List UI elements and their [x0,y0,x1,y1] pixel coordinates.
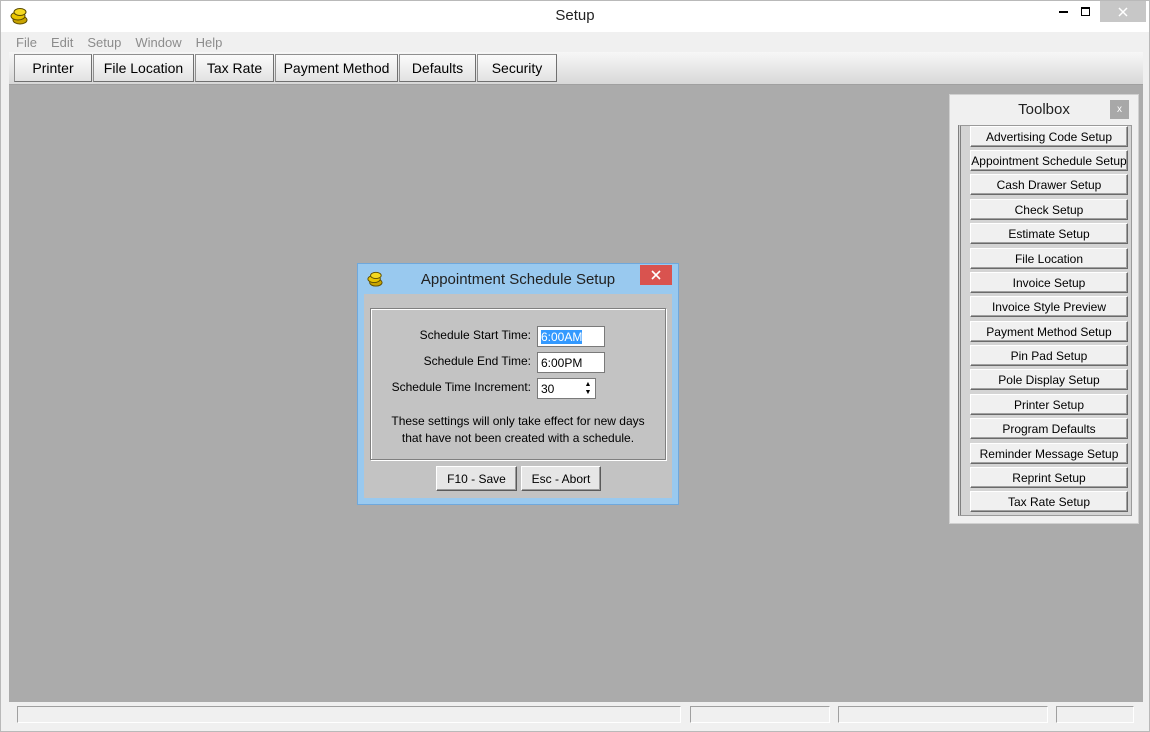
window-title: Setup [555,7,595,24]
tool-tax-rate-setup[interactable]: Tax Rate Setup [970,491,1128,512]
save-button[interactable]: F10 - Save [436,466,517,491]
settings-note-line-2: that have not been created with a schedu… [401,431,635,445]
settings-note: These settings will only take effect for… [371,413,665,447]
close-icon [651,270,661,280]
tool-pin-pad-setup[interactable]: Pin Pad Setup [970,345,1128,366]
minimize-icon [1059,10,1068,13]
toolbox-close-button[interactable]: x [1110,100,1129,119]
dialog-body: Schedule Start Time: 6:00AM Schedule End… [364,294,672,498]
tool-check-setup[interactable]: Check Setup [970,199,1128,220]
tool-advertising-code-setup[interactable]: Advertising Code Setup [970,126,1128,147]
tool-reprint-setup[interactable]: Reprint Setup [970,467,1128,488]
appointment-schedule-dialog: Appointment Schedule Setup Schedule Star… [357,263,679,505]
tool-appointment-schedule-setup[interactable]: Appointment Schedule Setup [970,150,1128,171]
security-button[interactable]: Security [477,54,557,82]
status-panel-main [17,706,681,723]
end-time-input[interactable]: 6:00PM [537,352,605,373]
menu-setup[interactable]: Setup [80,35,128,50]
time-increment-label: Schedule Time Increment: [391,380,531,394]
tool-invoice-setup[interactable]: Invoice Setup [970,272,1128,293]
menu-file[interactable]: File [9,35,44,50]
schedule-settings-group: Schedule Start Time: 6:00AM Schedule End… [370,308,666,460]
file-location-button[interactable]: File Location [93,54,194,82]
toolbox-panel: Toolbox x Advertising Code Setup Appoint… [949,94,1139,524]
spin-up-icon[interactable]: ▲ [582,380,594,389]
payment-method-button[interactable]: Payment Method [275,54,398,82]
toolbar: Printer File Location Tax Rate Payment M… [9,52,1143,85]
tool-cash-drawer-setup[interactable]: Cash Drawer Setup [970,174,1128,195]
defaults-button[interactable]: Defaults [399,54,476,82]
title-bar: Setup [1,1,1149,32]
close-button[interactable] [1100,1,1146,22]
menu-bar: File Edit Setup Window Help [9,32,1143,52]
status-panel-2 [690,706,830,723]
main-window: Setup File Edit Setup Window Help Printe… [0,0,1150,732]
tax-rate-button[interactable]: Tax Rate [195,54,274,82]
maximize-button[interactable] [1072,1,1100,22]
dialog-title: Appointment Schedule Setup [420,271,616,288]
status-panel-3 [838,706,1048,723]
abort-button[interactable]: Esc - Abort [521,466,601,491]
dialog-close-button[interactable] [640,265,672,285]
time-increment-stepper[interactable]: 30 ▲ ▼ [537,378,596,399]
end-time-label: Schedule End Time: [423,354,531,368]
start-time-label: Schedule Start Time: [419,328,531,342]
printer-button[interactable]: Printer [14,54,92,82]
maximize-icon [1081,6,1090,16]
close-icon [1118,6,1128,17]
spin-down-icon[interactable]: ▼ [582,389,594,398]
tool-program-defaults[interactable]: Program Defaults [970,418,1128,439]
menu-window[interactable]: Window [128,35,188,50]
stepper-arrows[interactable]: ▲ ▼ [582,380,594,397]
time-increment-value: 30 [541,382,555,396]
start-time-input[interactable]: 6:00AM [537,326,605,347]
start-time-value: 6:00AM [541,330,583,344]
tool-printer-setup[interactable]: Printer Setup [970,394,1128,415]
tool-invoice-style-preview[interactable]: Invoice Style Preview [970,296,1128,317]
menu-edit[interactable]: Edit [44,35,80,50]
tool-estimate-setup[interactable]: Estimate Setup [970,223,1128,244]
settings-note-line-1: These settings will only take effect for… [391,414,645,428]
tool-payment-method-setup[interactable]: Payment Method Setup [970,321,1128,342]
status-bar [9,702,1143,730]
tool-file-location[interactable]: File Location [970,248,1128,269]
status-panel-4 [1056,706,1134,723]
tool-pole-display-setup[interactable]: Pole Display Setup [970,369,1128,390]
tool-reminder-message-setup[interactable]: Reminder Message Setup [970,443,1128,464]
toolbox-list: Advertising Code Setup Appointment Sched… [958,125,1132,516]
menu-help[interactable]: Help [189,35,230,50]
